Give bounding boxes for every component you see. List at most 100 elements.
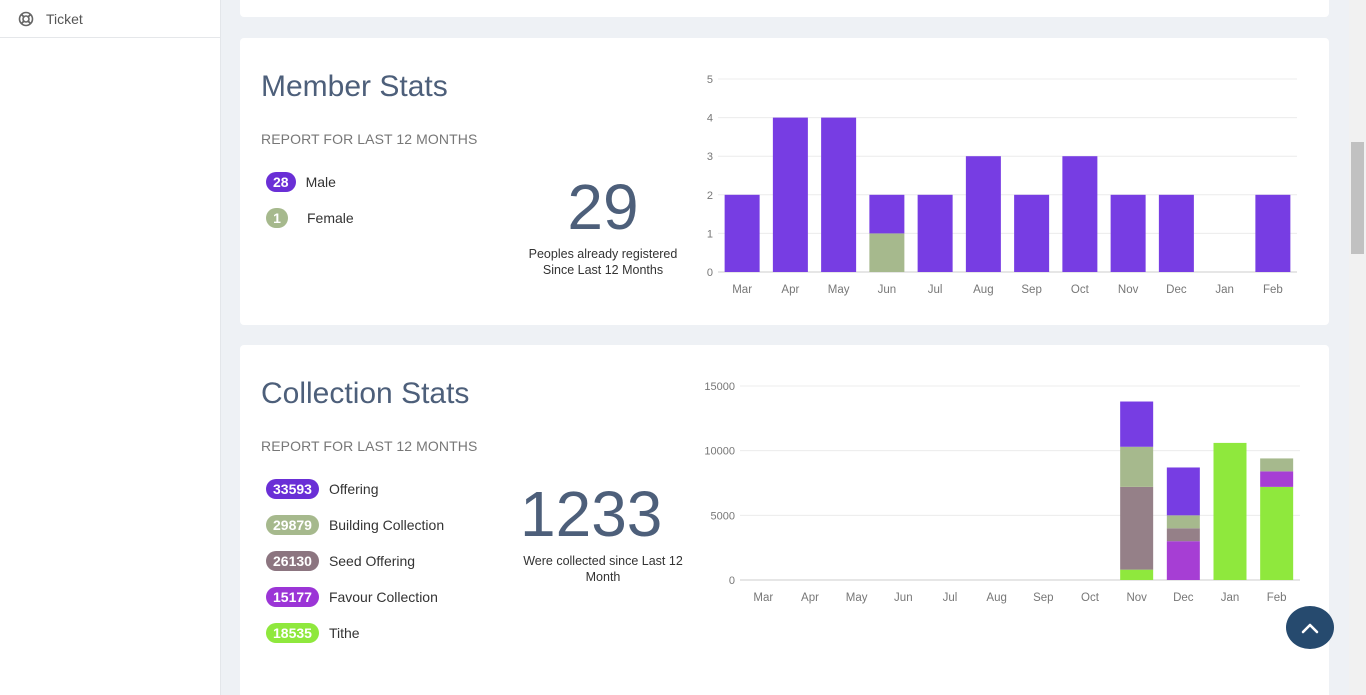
x-tick-label: Nov (1118, 284, 1139, 296)
legend-item-seed-offering: 26130 Seed Offering (266, 551, 415, 571)
x-tick-label: Feb (1267, 592, 1287, 604)
chart-bar (1166, 515, 1200, 529)
x-tick-label: Jul (943, 592, 958, 604)
chart-bar (869, 233, 905, 272)
collection-stats-card: Collection Stats REPORT FOR LAST 12 MONT… (240, 345, 1329, 695)
count-badge: 28 (266, 172, 296, 192)
chart-bar (869, 194, 905, 234)
collection-total-clip: 1233 (510, 479, 686, 551)
member-stats-card: Member Stats REPORT FOR LAST 12 MONTHS 2… (240, 38, 1329, 325)
x-tick-label: May (828, 284, 850, 296)
chart-bar (917, 194, 953, 272)
back-to-top-button[interactable] (1286, 606, 1334, 649)
y-tick-label: 15000 (704, 381, 735, 393)
chart-bar (1014, 194, 1050, 272)
legend-item-female: 1 Female (266, 208, 354, 228)
x-tick-label: Sep (1021, 284, 1041, 296)
legend-label: Favour Collection (328, 589, 438, 605)
chart-bar (821, 117, 857, 272)
y-tick-label: 0 (707, 267, 713, 279)
x-tick-label: Jun (878, 284, 897, 296)
chart-bar (1166, 541, 1200, 580)
main-content: Member Stats REPORT FOR LAST 12 MONTHS 2… (221, 0, 1349, 695)
chart-bar (1260, 471, 1294, 487)
collection-chart: 0 5000 10000 15000 Mar Apr May Jun Jul Aug Sep Oct N… (704, 381, 1300, 604)
chart-bar (1255, 194, 1291, 272)
legend-item-tithe: 18535 Tithe (266, 623, 360, 643)
chart-bar (1120, 486, 1154, 570)
chart-bar (1260, 486, 1294, 580)
sidebar: Ticket (0, 0, 221, 695)
y-tick-label: 0 (729, 575, 735, 587)
x-tick-label: May (846, 592, 868, 604)
x-tick-label: Apr (781, 284, 799, 296)
y-tick-label: 3 (707, 151, 713, 163)
x-tick-label: Dec (1173, 592, 1194, 604)
x-tick-label: Dec (1166, 284, 1187, 296)
y-tick-label: 5000 (711, 510, 735, 522)
collection-stats-title: Collection Stats (261, 377, 470, 410)
caption-line: Were collected since Last 12 (523, 554, 683, 568)
x-tick-label: Mar (753, 592, 773, 604)
member-chart: 0 1 2 3 4 5 Mar Apr May Jun Jul Aug Sep Oct Nov Dec Jan F… (707, 74, 1297, 296)
chart-bar (965, 156, 1001, 272)
legend-item-favour-collection: 15177 Favour Collection (266, 587, 438, 607)
member-stats-subtitle: REPORT FOR LAST 12 MONTHS (261, 131, 478, 147)
count-badge: 15177 (266, 587, 319, 607)
chart-bar (724, 194, 760, 272)
x-tick-label: Aug (973, 284, 993, 296)
legend-label: Female (307, 210, 354, 226)
chart-bar (1166, 528, 1200, 542)
count-badge: 26130 (266, 551, 319, 571)
member-total-caption: Peoples already registered Since Last 12… (513, 246, 693, 278)
chart-bar (1158, 194, 1194, 272)
legend-label: Offering (328, 481, 379, 497)
sidebar-item-ticket[interactable]: Ticket (0, 0, 220, 38)
x-tick-label: Sep (1033, 592, 1053, 604)
x-tick-label: Apr (801, 592, 819, 604)
x-tick-label: Jan (1215, 284, 1234, 296)
y-tick-label: 1 (707, 228, 713, 240)
x-tick-label: Jul (928, 284, 943, 296)
chart-bar (1110, 194, 1146, 272)
x-tick-label: Jan (1221, 592, 1240, 604)
x-tick-label: Nov (1126, 592, 1147, 604)
life-ring-icon (18, 11, 34, 27)
member-stats-title: Member Stats (261, 70, 448, 103)
chart-bar (1166, 467, 1200, 516)
x-tick-label: Mar (732, 284, 752, 296)
sidebar-item-label: Ticket (46, 10, 83, 27)
legend-label: Building Collection (328, 517, 445, 533)
count-badge: 33593 (266, 479, 319, 499)
page-scrollbar[interactable] (1349, 0, 1366, 695)
chevron-up-icon (1301, 623, 1319, 633)
y-tick-label: 5 (707, 74, 713, 86)
x-tick-label: Oct (1071, 284, 1090, 296)
caption-line: Peoples already registered (528, 247, 678, 261)
x-tick-label: Feb (1263, 284, 1283, 296)
chart-bar (772, 117, 808, 272)
legend-label: Seed Offering (328, 553, 416, 569)
scrollbar-thumb[interactable] (1351, 142, 1364, 254)
chart-bar (1260, 458, 1294, 472)
x-tick-label: Oct (1081, 592, 1100, 604)
member-total: 29 (567, 171, 639, 243)
legend-label: Male (305, 174, 336, 190)
collection-total: 1233 (520, 479, 663, 550)
legend-item-offering: 33593 Offering (266, 479, 378, 499)
chart-bar (1213, 442, 1247, 580)
y-tick-label: 4 (707, 113, 713, 125)
caption-line: Month (585, 570, 621, 584)
count-badge: 29879 (266, 515, 319, 535)
collection-stats-subtitle: REPORT FOR LAST 12 MONTHS (261, 438, 478, 454)
chart-bar (1120, 446, 1154, 487)
chart-bar (1120, 401, 1154, 447)
x-tick-label: Jun (894, 592, 913, 604)
count-badge: 1 (266, 208, 288, 228)
chart-bar (1062, 156, 1098, 272)
chart-bar (1120, 569, 1154, 580)
caption-line: Since Last 12 Months (542, 263, 664, 277)
legend-label: Tithe (328, 625, 360, 641)
legend-item-building-collection: 29879 Building Collection (266, 515, 444, 535)
x-tick-label: Aug (986, 592, 1006, 604)
